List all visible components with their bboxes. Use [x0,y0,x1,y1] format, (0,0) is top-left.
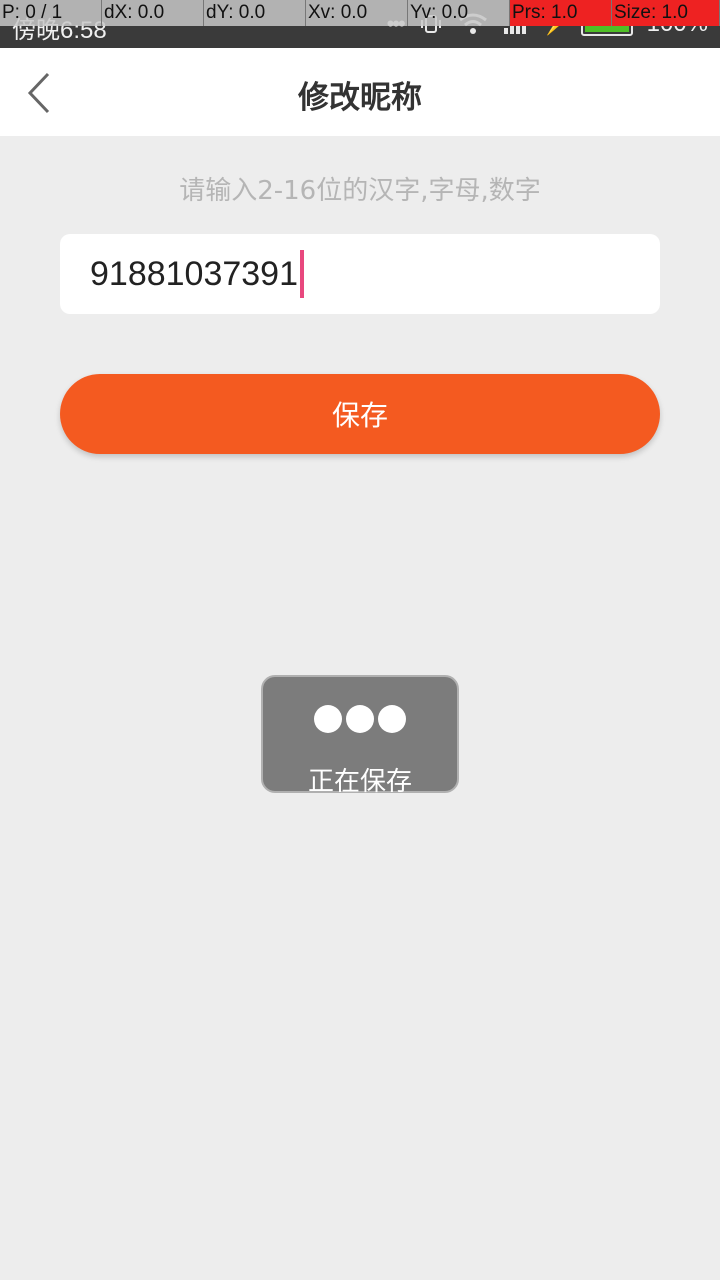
debug-xv: Xv: 0.0 [306,0,408,26]
debug-pressure: Prs: 1.0 [510,0,612,26]
saving-toast: 正在保存 [261,675,459,797]
input-hint: 请输入2-16位的汉字,字母,数字 [179,176,541,206]
loading-dots-icon [263,705,457,733]
debug-dx: dX: 0.0 [102,0,204,26]
nickname-input[interactable]: 91881037391 [60,234,660,314]
text-caret [300,250,305,298]
debug-pointer: P: 0 / 1 [0,0,102,26]
page-title: 修改昵称 [298,80,422,116]
debug-size: Size: 1.0 [612,0,720,26]
saving-text: 正在保存 [307,767,412,797]
save-button[interactable]: 保存 [60,374,660,454]
nickname-value: 91881037391 [90,254,299,293]
debug-dy: dY: 0.0 [204,0,306,26]
debug-yv: Yv: 0.0 [408,0,510,26]
pointer-debug-overlay: P: 0 / 1 dX: 0.0 dY: 0.0 Xv: 0.0 Yv: 0.0… [0,0,720,26]
nav-header: 修改昵称 [0,48,720,136]
